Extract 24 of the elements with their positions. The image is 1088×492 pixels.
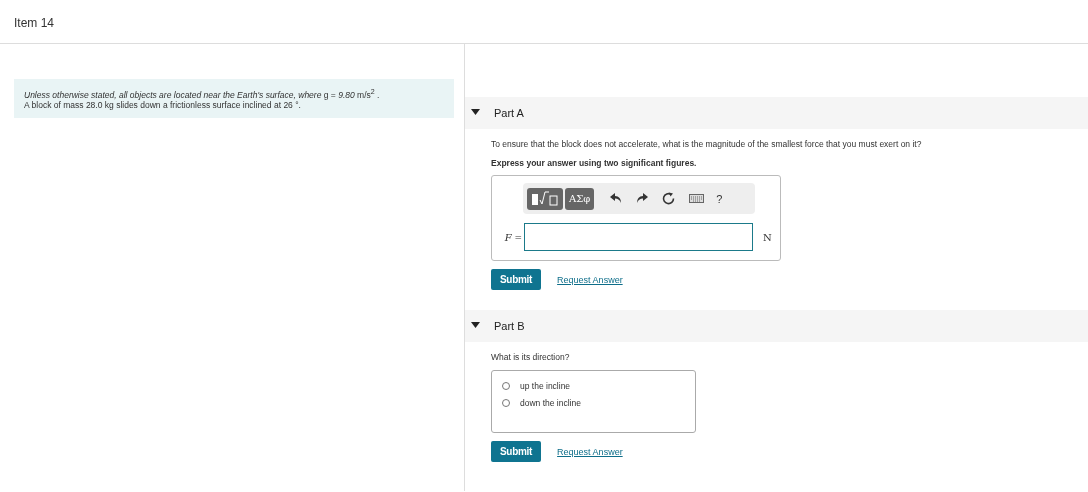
- help-button[interactable]: ?: [716, 192, 723, 205]
- request-answer-link[interactable]: Request Answer: [557, 446, 623, 457]
- radio-option[interactable]: down the incline: [502, 398, 581, 408]
- radical-template-icon: [531, 190, 559, 207]
- answer-field[interactable]: [524, 223, 753, 251]
- submit-button[interactable]: Submit: [491, 441, 542, 462]
- instruction-text: Express your answer using two significant figures.: [491, 158, 698, 168]
- question-text: What is its direction?: [491, 352, 571, 362]
- keyboard-icon[interactable]: [689, 194, 705, 203]
- item-title: Item 14: [14, 16, 55, 30]
- submit-button[interactable]: Submit: [491, 269, 542, 290]
- reset-icon[interactable]: [662, 192, 676, 205]
- templates-button[interactable]: [527, 187, 563, 210]
- symbols-button[interactable]: ΑΣφ: [565, 187, 595, 210]
- unit-label: N: [763, 231, 772, 243]
- part-header[interactable]: Part A: [465, 97, 1088, 129]
- variable-label: F =: [503, 231, 523, 243]
- radio-option[interactable]: up the incline: [502, 381, 571, 391]
- request-answer-link[interactable]: Request Answer: [557, 274, 623, 285]
- intro-text: Unless otherwise stated, all objects are located near the Earth's surface, where g = 9.80 m/s$^{2}$ . A block of mass 28.0 kg slides down a frictionless surface inclined at 26 °.: [14, 79, 454, 119]
- part-header[interactable]: Part B: [465, 310, 1088, 342]
- redo-icon[interactable]: [636, 193, 649, 204]
- undo-icon[interactable]: [610, 193, 623, 204]
- question-text: To ensure that the block does not accelerate, what is the magnitude of the smallest force that you must exert on it?: [491, 139, 923, 149]
